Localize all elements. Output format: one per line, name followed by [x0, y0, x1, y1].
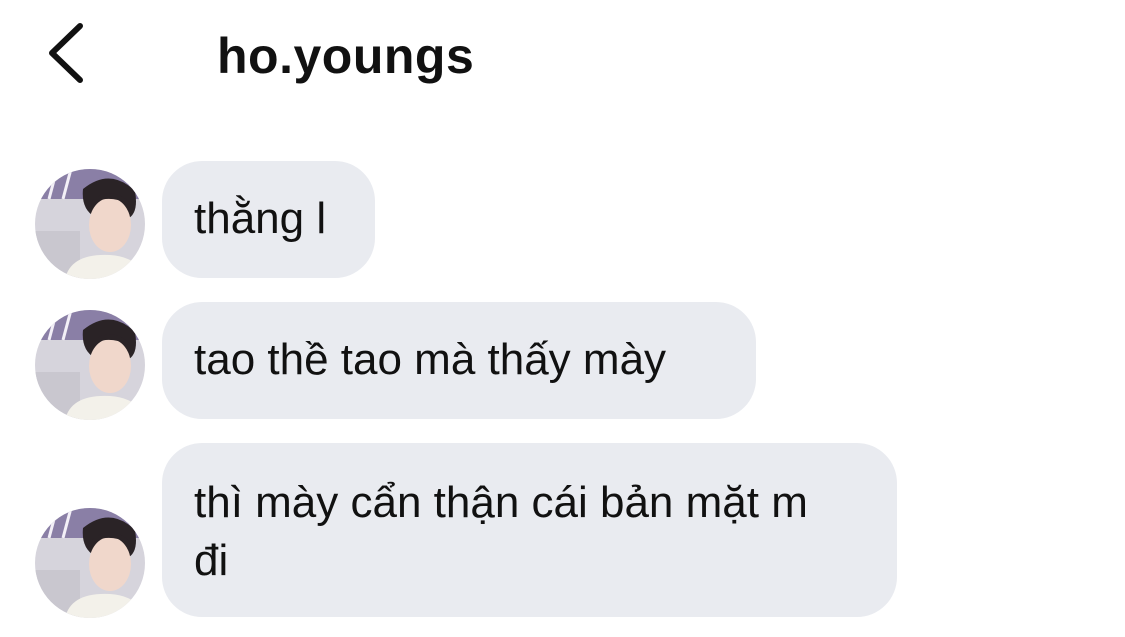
avatar[interactable]	[35, 310, 145, 420]
message-thread: thằng l tao thề tao mà thấy mày thì mày …	[0, 0, 1125, 637]
avatar-photo	[35, 310, 145, 420]
avatar-photo	[35, 169, 145, 279]
message-bubble[interactable]: thì mày cẩn thận cái bản mặt m đi	[162, 443, 897, 617]
avatar-photo	[35, 508, 145, 618]
message-bubble[interactable]: thằng l	[162, 161, 375, 278]
avatar[interactable]	[35, 169, 145, 279]
avatar[interactable]	[35, 508, 145, 618]
message-bubble[interactable]: tao thề tao mà thấy mày	[162, 302, 756, 419]
